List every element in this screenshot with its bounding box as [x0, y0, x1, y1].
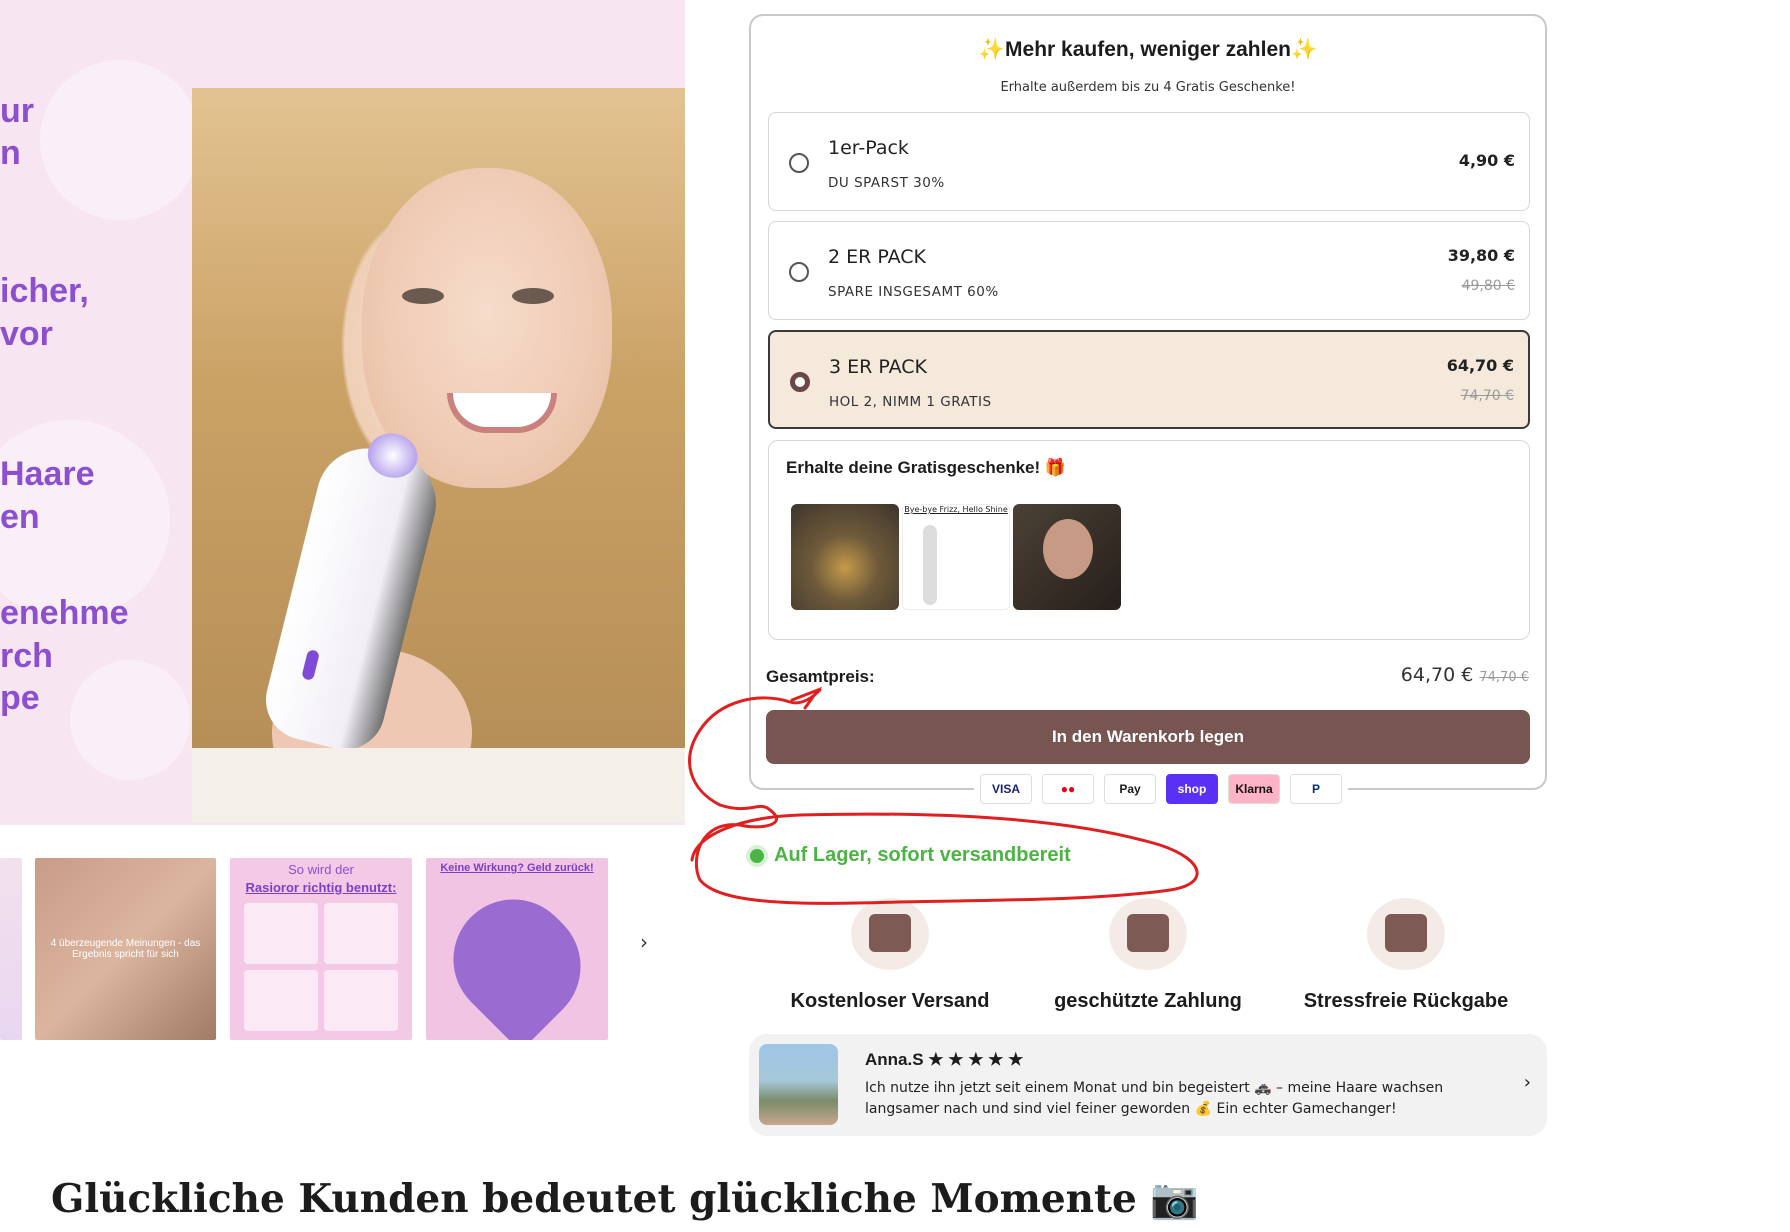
- total-old-price: 74,70 €: [1479, 670, 1529, 685]
- option-price: 39,80 €: [1447, 246, 1515, 265]
- radio-button[interactable]: [789, 262, 809, 282]
- thumbnail-strip: 4 überzeugende Meinungen - das Ergebnis …: [0, 858, 680, 1040]
- feature-easy-returns: Stressfreie Rückgabe: [1276, 898, 1536, 1013]
- option-old-price: 49,80 €: [1461, 278, 1515, 294]
- hero-heading-line: en: [0, 498, 40, 536]
- apple-pay-icon: Pay: [1104, 774, 1156, 804]
- option-name: 1er-Pack: [828, 137, 909, 159]
- hero-product-image[interactable]: [192, 88, 685, 823]
- section-heading: Glückliche Kunden bedeutet glückliche Mo…: [51, 1176, 1199, 1222]
- in-stock-dot-icon: [750, 848, 764, 863]
- stock-text: Auf Lager, sofort versandbereit: [774, 844, 1071, 866]
- reviewer-name: Anna.S ★ ★ ★ ★ ★: [865, 1050, 1024, 1069]
- thumbnail[interactable]: 4 überzeugende Meinungen - das Ergebnis …: [35, 858, 216, 1040]
- return-bag-icon: [1367, 898, 1445, 970]
- guarantee-pin: [428, 874, 606, 1040]
- hero-heading-line: vor: [0, 315, 53, 353]
- bundle-selector: ✨Mehr kaufen, weniger zahlen✨ Erhalte au…: [749, 14, 1547, 790]
- bundle-option-1er[interactable]: 1er-Pack DU SPARST 30% 4,90 €: [768, 112, 1530, 211]
- option-name: 3 ER PACK: [829, 356, 928, 378]
- option-desc: SPARE INSGESAMT 60%: [828, 284, 999, 300]
- bundle-subtitle: Erhalte außerdem bis zu 4 Gratis Geschen…: [1000, 80, 1296, 95]
- visa-icon: VISA: [980, 774, 1032, 804]
- hero-heading-line: rch: [0, 637, 53, 675]
- thumbnail[interactable]: So wird der Rasioror richtig benutzt:: [230, 858, 412, 1040]
- klarna-icon: Klarna: [1228, 774, 1280, 804]
- option-desc: HOL 2, NIMM 1 GRATIS: [829, 394, 992, 410]
- thumbnail-title: Keine Wirkung? Geld zurück!: [440, 862, 594, 874]
- feature-label: geschützte Zahlung: [1054, 990, 1242, 1012]
- option-old-price: 74,70 €: [1460, 388, 1514, 404]
- hero-heading: ur n icher, vor Haare en enehme rch pe: [0, 0, 200, 825]
- feature-label: Kostenloser Versand: [790, 990, 990, 1012]
- hero-heading-line: icher,: [0, 272, 89, 310]
- avatar: [759, 1044, 838, 1125]
- thumbnail[interactable]: [0, 858, 22, 1040]
- payment-methods: VISA ●● Pay shop Klarna P: [974, 774, 1348, 804]
- stock-status: Auf Lager, sofort versandbereit: [750, 844, 1071, 867]
- feature-secure-payment: geschützte Zahlung: [1018, 898, 1278, 1013]
- thumbnail-title: So wird der: [288, 862, 354, 877]
- option-price: 4,90 €: [1458, 151, 1515, 170]
- hero-heading-line: Haare: [0, 455, 95, 493]
- gift-caption: Bye-bye Frizz, Hello Shine: [904, 505, 1008, 514]
- review-card: Anna.S ★ ★ ★ ★ ★ Ich nutze ihn jetzt sei…: [749, 1034, 1547, 1136]
- feature-label: Stressfreie Rückgabe: [1303, 990, 1509, 1012]
- hero-heading-line: ur: [0, 92, 34, 130]
- total-label: Gesamtpreis:: [766, 667, 875, 686]
- thumbnail-caption: 4 überzeugende Meinungen - das Ergebnis …: [50, 938, 201, 960]
- bundle-option-3er[interactable]: 3 ER PACK HOL 2, NIMM 1 GRATIS 64,70 € 7…: [768, 330, 1530, 429]
- option-desc: DU SPARST 30%: [828, 175, 945, 191]
- mastercard-icon: ●●: [1042, 774, 1094, 804]
- radio-button[interactable]: [789, 153, 809, 173]
- thumbnails-next-button[interactable]: ›: [640, 930, 648, 954]
- hero-heading-line: pe: [0, 679, 40, 717]
- option-name: 2 ER PACK: [828, 246, 927, 268]
- bundle-title: ✨Mehr kaufen, weniger zahlen✨: [978, 38, 1318, 61]
- thumbnail-title: Rasioror richtig benutzt:: [245, 880, 397, 895]
- free-gifts-panel: Erhalte deine Gratisgeschenke! 🎁 Bye-bye…: [768, 440, 1530, 640]
- product-page: ur n icher, vor Haare en enehme rch pe 4…: [0, 0, 1790, 1232]
- option-price: 64,70 €: [1446, 356, 1514, 375]
- shield-card-icon: [1109, 898, 1187, 970]
- radio-button[interactable]: [790, 372, 810, 392]
- review-text: Ich nutze ihn jetzt seit einem Monat und…: [865, 1080, 1444, 1117]
- add-to-cart-button[interactable]: In den Warenkorb legen: [766, 710, 1530, 764]
- feature-free-shipping: Kostenloser Versand: [760, 898, 1020, 1013]
- hero-heading-line: n: [0, 134, 21, 172]
- hero-heading-line: enehme: [0, 594, 129, 632]
- review-next-button[interactable]: ›: [1524, 1072, 1531, 1093]
- sparkle-icon: ✨: [1290, 38, 1318, 61]
- sparkle-icon: ✨: [978, 38, 1006, 61]
- bundle-option-2er[interactable]: 2 ER PACK SPARE INSGESAMT 60% 39,80 € 49…: [768, 221, 1530, 320]
- shop-pay-icon: shop: [1166, 774, 1218, 804]
- gift-image[interactable]: [791, 504, 899, 610]
- thumbnail[interactable]: Keine Wirkung? Geld zurück!: [426, 858, 608, 1040]
- gift-image[interactable]: Bye-bye Frizz, Hello Shine: [902, 504, 1010, 610]
- gift-image[interactable]: [1013, 504, 1121, 610]
- total-price: 64,70 € 74,70 €: [1401, 664, 1529, 686]
- total-price-value: 64,70 €: [1400, 664, 1474, 686]
- truck-icon: [851, 898, 929, 970]
- paypal-icon: P: [1290, 774, 1342, 804]
- free-gifts-title: Erhalte deine Gratisgeschenke! 🎁: [786, 458, 1067, 477]
